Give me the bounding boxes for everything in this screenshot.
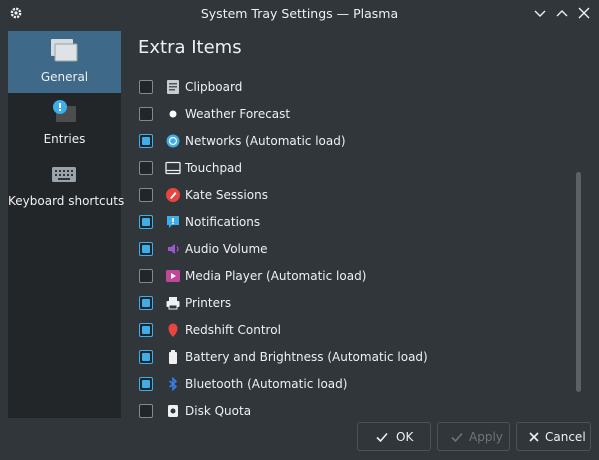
list-item[interactable]: Weather Forecast (128, 101, 578, 127)
item-label: Kate Sessions (185, 188, 268, 202)
item-label: Networks (Automatic load) (185, 134, 346, 148)
maximize-button[interactable] (554, 5, 570, 21)
keyboard-icon (52, 167, 76, 182)
list-item[interactable]: Battery and Brightness (Automatic load) (128, 344, 578, 370)
network-icon (166, 134, 180, 148)
extra-items-list: Clipboard Weather Forecast Networks (Aut… (128, 74, 578, 418)
sidebar-item-keyboard-shortcuts[interactable]: Keyboard shortcuts (8, 155, 125, 217)
item-label: Disk Quota (185, 404, 252, 418)
list-item[interactable]: Printers (128, 290, 578, 316)
ok-label: OK (396, 430, 414, 444)
audio-volume-icon (168, 244, 179, 254)
close-icon (529, 432, 539, 442)
list-item[interactable]: Bluetooth (Automatic load) (128, 371, 578, 397)
item-label: Printers (185, 296, 232, 310)
item-label: Battery and Brightness (Automatic load) (185, 350, 428, 364)
cancel-label: Cancel (545, 430, 586, 444)
apply-label: Apply (469, 430, 503, 444)
redshift-icon (168, 323, 178, 337)
check-icon (451, 432, 463, 443)
media-player-icon (166, 270, 180, 282)
list-item[interactable]: Kate Sessions (128, 182, 578, 208)
kate-icon (166, 188, 180, 202)
scrollbar[interactable] (576, 172, 581, 392)
title-bar: System Tray Settings — Plasma (0, 0, 599, 26)
list-item[interactable]: Audio Volume (128, 236, 578, 262)
list-item[interactable]: Clipboard (128, 74, 578, 100)
cancel-button[interactable]: Cancel (516, 422, 591, 451)
item-label: Bluetooth (Automatic load) (185, 377, 348, 391)
sidebar-item-label: Keyboard shortcuts (8, 194, 125, 208)
window-title: System Tray Settings — Plasma (200, 6, 399, 21)
sidebar-item-entries[interactable]: Entries (8, 93, 121, 155)
item-label: Audio Volume (185, 242, 268, 256)
list-item[interactable]: Media Player (Automatic load) (128, 263, 578, 289)
item-label: Weather Forecast (185, 107, 291, 121)
list-item[interactable]: Redshift Control (128, 317, 578, 343)
sidebar-item-general[interactable]: General (8, 31, 121, 93)
sidebar-item-label: Entries (43, 132, 86, 146)
close-button[interactable] (576, 5, 592, 21)
printer-icon (166, 297, 180, 310)
apply-button[interactable]: Apply (437, 422, 510, 451)
item-label: Media Player (Automatic load) (185, 269, 367, 283)
check-icon (376, 432, 388, 443)
item-checkbox[interactable] (139, 269, 153, 283)
item-checkbox[interactable] (139, 161, 153, 175)
item-label: Touchpad (185, 161, 243, 175)
clipboard-icon (167, 80, 179, 94)
list-item[interactable]: Disk Quota (128, 398, 578, 418)
weather-icon (169, 110, 177, 118)
item-checkbox[interactable] (139, 404, 153, 418)
list-item[interactable]: Touchpad (128, 155, 578, 181)
item-checkbox[interactable] (139, 134, 153, 148)
bluetooth-icon (169, 376, 178, 392)
general-settings-icon (51, 39, 78, 62)
item-checkbox[interactable] (139, 215, 153, 229)
item-checkbox[interactable] (139, 296, 153, 310)
item-checkbox[interactable] (139, 350, 153, 364)
item-checkbox[interactable] (139, 377, 153, 391)
list-item[interactable]: Notifications (128, 209, 578, 235)
touchpad-icon (165, 161, 181, 175)
entries-icon (53, 100, 76, 122)
item-label: Notifications (185, 215, 261, 229)
page-title: Extra Items (138, 37, 242, 58)
item-checkbox[interactable] (139, 323, 153, 337)
sidebar: General Entries Keyboard shortcuts (8, 31, 125, 418)
ok-button[interactable]: OK (357, 422, 431, 451)
item-checkbox[interactable] (139, 188, 153, 202)
list-item[interactable]: Networks (Automatic load) (128, 128, 578, 154)
item-checkbox[interactable] (139, 80, 153, 94)
item-label: Redshift Control (185, 323, 281, 337)
item-label: Clipboard (185, 80, 243, 94)
notifications-icon (167, 216, 179, 228)
minimize-button[interactable] (532, 5, 548, 21)
battery-icon (169, 350, 177, 364)
item-checkbox[interactable] (139, 107, 153, 121)
sidebar-item-label: General (40, 70, 89, 84)
disk-quota-icon (168, 405, 178, 417)
item-checkbox[interactable] (139, 242, 153, 256)
